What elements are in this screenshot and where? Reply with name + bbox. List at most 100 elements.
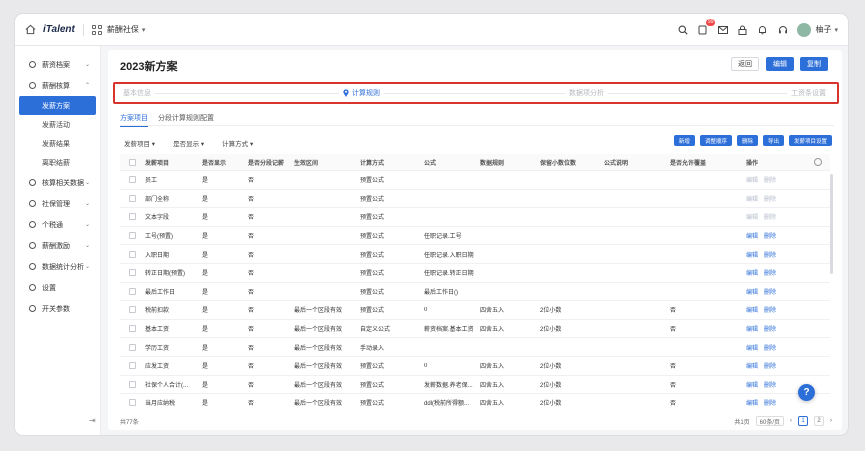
- row-edit-link[interactable]: 编辑: [746, 231, 758, 240]
- sidebar-subitem-pay-activity[interactable]: 发薪活动: [15, 115, 100, 134]
- row-checkbox[interactable]: [129, 287, 136, 295]
- row-checkbox[interactable]: [129, 399, 136, 407]
- row-checkbox[interactable]: [129, 232, 136, 240]
- row-delete-link[interactable]: 删除: [764, 268, 776, 277]
- sidebar-item-settings[interactable]: 设置: [15, 277, 100, 298]
- collapse-icon[interactable]: ⇥: [89, 416, 96, 425]
- row-delete-link[interactable]: 删除: [764, 287, 776, 296]
- row-delete-link[interactable]: 删除: [764, 305, 776, 314]
- table-cell: 任职记录.入职日期: [424, 252, 474, 259]
- row-actions: 编辑 删除: [743, 343, 793, 352]
- user-name[interactable]: 柚子: [815, 24, 831, 35]
- row-delete-link[interactable]: 删除: [764, 343, 776, 352]
- row-checkbox[interactable]: [129, 269, 136, 277]
- row-delete-link[interactable]: 删除: [764, 398, 776, 407]
- lock-icon[interactable]: [737, 24, 748, 35]
- row-checkbox[interactable]: [129, 213, 136, 221]
- sidebar-item-incentive[interactable]: 薪酬激励 ⌄: [15, 235, 100, 256]
- row-checkbox[interactable]: [129, 380, 136, 388]
- row-edit-link[interactable]: 编辑: [746, 398, 758, 407]
- app-switcher-icon[interactable]: [91, 24, 102, 35]
- row-edit-link[interactable]: 编辑: [746, 250, 758, 259]
- step-basic-info[interactable]: 基本信息: [119, 88, 155, 98]
- vertical-scrollbar[interactable]: [830, 174, 833, 274]
- next-page-button[interactable]: ›: [830, 418, 832, 424]
- row-checkbox[interactable]: [129, 194, 136, 202]
- row-edit-link[interactable]: 编辑: [746, 343, 758, 352]
- app-name[interactable]: 薪酬社保: [107, 24, 139, 35]
- sidebar-subitem-resign-pay[interactable]: 离职结薪: [15, 153, 100, 172]
- sidebar-subitem-pay-plan[interactable]: 发薪方案: [19, 96, 96, 115]
- chevron-down-icon: ⌄: [84, 243, 90, 249]
- search-icon[interactable]: [677, 24, 688, 35]
- row-edit-link[interactable]: 编辑: [746, 361, 758, 370]
- copy-button[interactable]: 复制: [800, 57, 828, 71]
- row-delete-link[interactable]: 删除: [764, 250, 776, 259]
- headset-icon[interactable]: [777, 24, 788, 35]
- row-checkbox[interactable]: [129, 343, 136, 351]
- column-header: 公式说明: [604, 160, 629, 167]
- sidebar-subitem-pay-result[interactable]: 发薪结果: [15, 134, 100, 153]
- table-cell: 是: [202, 196, 209, 203]
- pay-item-settings-button[interactable]: 发薪项目设置: [788, 135, 832, 146]
- row-delete-link[interactable]: 删除: [764, 361, 776, 370]
- row-edit-link[interactable]: 编辑: [746, 194, 758, 203]
- sidebar-item-statistics[interactable]: 数据统计分析 ⌄: [15, 256, 100, 277]
- bell-icon[interactable]: [757, 24, 768, 35]
- sidebar-item-tax[interactable]: 个税通 ⌄: [15, 214, 100, 235]
- row-edit-link[interactable]: 编辑: [746, 305, 758, 314]
- filter-calc-method[interactable]: 计算方式 ▾: [222, 138, 253, 148]
- gear-icon[interactable]: [814, 158, 822, 166]
- sidebar-item-payroll[interactable]: 薪酬核算 ⌃: [15, 75, 100, 96]
- sidebar-item-social-security[interactable]: 社保管理 ⌄: [15, 193, 100, 214]
- row-checkbox[interactable]: [129, 362, 136, 370]
- edit-button[interactable]: 编辑: [766, 57, 794, 71]
- filter-pay-item[interactable]: 发薪项目 ▾: [124, 138, 155, 148]
- row-delete-link[interactable]: 删除: [764, 194, 776, 203]
- back-button[interactable]: 返回: [731, 57, 759, 71]
- step-payslip-settings[interactable]: 工资条设置: [787, 88, 830, 98]
- row-checkbox[interactable]: [129, 306, 136, 314]
- select-all-checkbox[interactable]: [129, 158, 136, 166]
- step-calc-rules[interactable]: 计算规则: [339, 88, 384, 98]
- column-header: 计算方式: [360, 160, 385, 167]
- sidebar-item-payroll-data[interactable]: 核算相关数据 ⌄: [15, 172, 100, 193]
- row-edit-link[interactable]: 编辑: [746, 175, 758, 184]
- sidebar-item-salary-archive[interactable]: 薪资档案 ⌄: [15, 54, 100, 75]
- row-delete-link[interactable]: 删除: [764, 380, 776, 389]
- mail-icon[interactable]: [717, 24, 728, 35]
- page-button-2[interactable]: 2: [814, 416, 824, 426]
- row-delete-link[interactable]: 删除: [764, 231, 776, 240]
- table-cell: 预置公式: [360, 289, 385, 296]
- home-icon[interactable]: [25, 24, 37, 36]
- table-cell: 工号(预置): [145, 234, 173, 241]
- message-icon[interactable]: 99: [697, 19, 716, 35]
- row-checkbox[interactable]: [129, 325, 136, 333]
- row-edit-link[interactable]: 编辑: [746, 212, 758, 221]
- add-button[interactable]: 新增: [673, 135, 695, 146]
- row-checkbox[interactable]: [129, 176, 136, 184]
- menu-icon: [29, 200, 36, 207]
- page-button-1[interactable]: 1: [798, 416, 808, 426]
- row-delete-link[interactable]: 删除: [764, 324, 776, 333]
- row-edit-link[interactable]: 编辑: [746, 268, 758, 277]
- chevron-down-icon[interactable]: ▾: [142, 26, 146, 34]
- delete-button[interactable]: 删除: [736, 135, 758, 146]
- reorder-button[interactable]: 调整顺序: [699, 135, 732, 146]
- gear-icon: [29, 305, 36, 312]
- page-size-select[interactable]: 60条/页: [755, 416, 784, 426]
- row-checkbox[interactable]: [129, 250, 136, 258]
- help-button[interactable]: ?: [798, 384, 815, 401]
- row-edit-link[interactable]: 编辑: [746, 324, 758, 333]
- row-delete-link[interactable]: 删除: [764, 175, 776, 184]
- export-button[interactable]: 导出: [762, 135, 784, 146]
- chevron-down-icon[interactable]: ▾: [834, 26, 838, 34]
- prev-page-button[interactable]: ‹: [790, 418, 792, 424]
- sidebar-item-switch-params[interactable]: 开关参数: [15, 298, 100, 319]
- row-delete-link[interactable]: 删除: [764, 212, 776, 221]
- row-edit-link[interactable]: 编辑: [746, 287, 758, 296]
- row-edit-link[interactable]: 编辑: [746, 380, 758, 389]
- avatar[interactable]: [797, 22, 812, 37]
- filter-is-visible[interactable]: 是否显示 ▾: [173, 138, 204, 148]
- step-data-analysis[interactable]: 数据项分析: [565, 88, 608, 98]
